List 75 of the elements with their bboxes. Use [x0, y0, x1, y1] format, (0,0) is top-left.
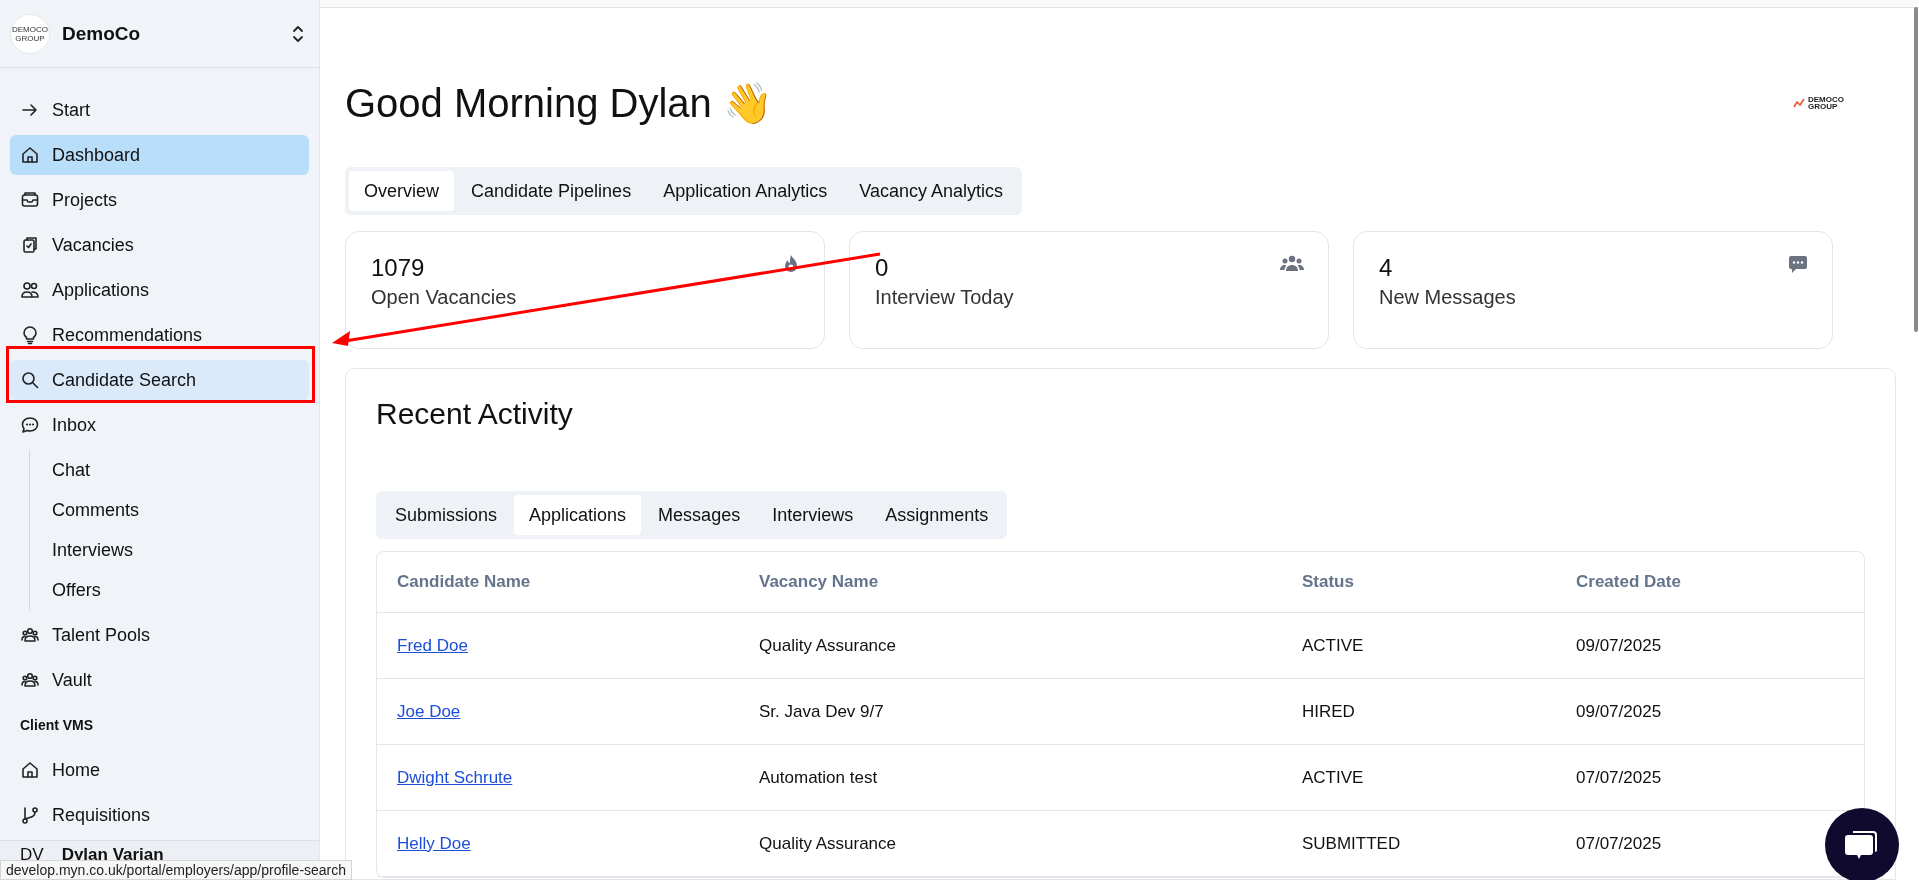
sidebar-subitem[interactable]: Offers: [52, 570, 309, 610]
home-icon: [20, 145, 40, 165]
tab[interactable]: Assignments: [870, 495, 1004, 535]
table-cell: SUBMITTED: [1302, 833, 1401, 853]
column-header: Created Date: [1556, 552, 1864, 613]
table-cell: Sr. Java Dev 9/7: [759, 701, 884, 721]
candidate-link[interactable]: Helly Doe: [397, 833, 471, 853]
tab[interactable]: Application Analytics: [648, 171, 843, 211]
org-name: DemoCo: [62, 22, 142, 45]
table-cell: HIRED: [1302, 701, 1355, 721]
search-icon: [20, 370, 40, 390]
sidebar-item[interactable]: Talent Pools: [10, 615, 309, 655]
candidate-link[interactable]: Joe Doe: [397, 701, 461, 721]
sidebar-item[interactable]: Inbox: [10, 405, 309, 445]
table-cell: Quality Assurance: [759, 833, 896, 853]
table-cell: 07/07/2025: [1576, 833, 1662, 853]
tab[interactable]: Overview: [349, 171, 454, 211]
brand-logo: DEMOCO GROUP: [1793, 96, 1844, 110]
table-cell: 09/07/2025: [1576, 635, 1662, 655]
column-header: Candidate Name: [377, 552, 739, 613]
sidebar-subitem[interactable]: Chat: [52, 450, 309, 490]
tab[interactable]: Candidate Pipelines: [456, 171, 647, 211]
chevron-up-down-icon[interactable]: [291, 23, 305, 44]
sidebar-item[interactable]: Requisitions: [10, 795, 309, 835]
people-icon: [20, 280, 40, 300]
candidate-link[interactable]: Dwight Schrute: [397, 767, 513, 787]
chat-icon: [1788, 254, 1808, 274]
table-cell: ACTIVE: [1302, 635, 1364, 655]
clipboard-check-icon: [20, 235, 40, 255]
section-title: Recent Activity: [376, 397, 574, 432]
table-cell: Automation test: [759, 767, 878, 787]
stat-label: Open Vacancies: [371, 286, 517, 309]
stat-value: 1079: [371, 254, 426, 282]
group-icon: [20, 625, 40, 645]
chat-bubble-icon: [20, 415, 40, 435]
section-heading: Client VMS: [19, 716, 95, 735]
sidebar-item[interactable]: Candidate Search: [10, 360, 309, 400]
stat-label: Interview Today: [875, 286, 1014, 309]
sidebar-item[interactable]: Projects: [10, 180, 309, 220]
tab[interactable]: Interviews: [757, 495, 869, 535]
sidebar-subitem[interactable]: Interviews: [52, 530, 309, 570]
table-cell: Quality Assurance: [759, 635, 896, 655]
org-logo: DEMOCO GROUP: [10, 13, 50, 54]
group-icon: [1280, 254, 1304, 272]
column-header: Status: [1282, 552, 1556, 613]
scrollbar-thumb[interactable]: [1914, 7, 1918, 332]
sidebar-item[interactable]: Home: [10, 750, 309, 790]
stat-label: New Messages: [1379, 286, 1516, 309]
candidate-link[interactable]: Fred Doe: [397, 635, 468, 655]
stat-value: 4: [1379, 254, 1394, 282]
sidebar-subitem[interactable]: Comments: [52, 490, 309, 530]
lightbulb-icon: [20, 325, 40, 345]
stat-value: 0: [875, 254, 890, 282]
sidebar-item[interactable]: Dashboard: [10, 135, 309, 175]
table-cell: ACTIVE: [1302, 767, 1364, 787]
home-icon: [20, 760, 40, 780]
sidebar-item[interactable]: Vacancies: [10, 225, 309, 265]
sidebar-item[interactable]: Vault: [10, 660, 309, 700]
group-icon: [20, 670, 40, 690]
sidebar-item[interactable]: Applications: [10, 270, 309, 310]
flame-icon: [782, 254, 800, 274]
tab[interactable]: Applications: [514, 495, 642, 535]
tab[interactable]: Submissions: [380, 495, 513, 535]
sidebar-item[interactable]: Start: [10, 90, 309, 130]
tab[interactable]: Vacancy Analytics: [844, 171, 1018, 211]
table-cell: 09/07/2025: [1576, 701, 1662, 721]
status-url: develop.myn.co.uk/portal/employers/app/profile-search: [0, 860, 353, 880]
sidebar-item[interactable]: Recommendations: [10, 315, 309, 355]
tab[interactable]: Messages: [643, 495, 756, 535]
column-header: Vacancy Name: [739, 552, 1282, 613]
greeting-heading: Good Morning Dylan 👋: [345, 79, 773, 127]
inbox-tray-icon: [20, 190, 40, 210]
chat-launcher-button[interactable]: [1825, 808, 1899, 880]
table-cell: 07/07/2025: [1576, 767, 1662, 787]
branch-icon: [20, 805, 40, 825]
